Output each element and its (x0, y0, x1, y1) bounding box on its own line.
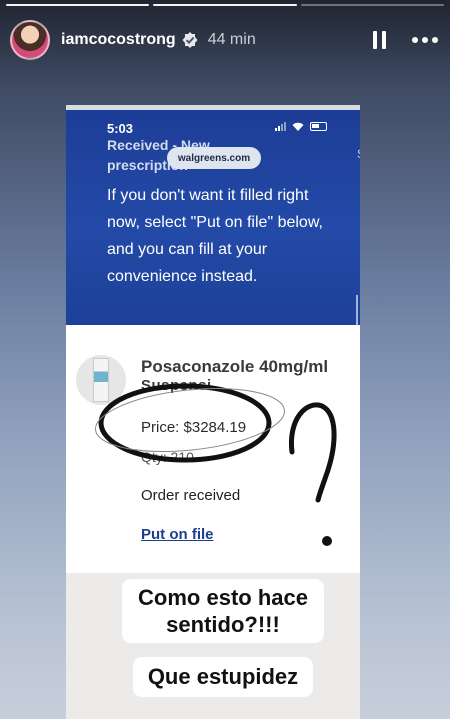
order-status: Order received (141, 487, 241, 504)
status-bar-icons (275, 122, 327, 131)
put-on-file-link[interactable]: Put on file (141, 526, 214, 543)
more-options-icon[interactable] (412, 37, 438, 43)
medication-thumbnail (76, 355, 126, 405)
signal-icon (275, 122, 286, 131)
story-header: iamcocostrong 44 min (10, 20, 440, 60)
prescription-header: 5:03 S Received - New prescription walgr… (66, 105, 360, 325)
drug-price: Price: $3284.19 (141, 419, 247, 436)
url-pill[interactable]: walgreens.com (167, 147, 261, 169)
battery-icon (310, 122, 327, 131)
wifi-icon (292, 122, 304, 131)
status-bar-clock: 5:03 (107, 121, 134, 136)
post-time: 44 min (207, 31, 256, 48)
drug-form: Suspensi... (141, 377, 226, 394)
progress-segment-3 (300, 4, 444, 6)
drug-name: Posaconazole 40mg/ml (141, 357, 329, 376)
username[interactable]: iamcocostrong (61, 31, 176, 49)
pause-icon[interactable] (373, 31, 386, 49)
progress-segment-2 (153, 4, 297, 6)
story-controls (373, 31, 440, 49)
caption-first: Como esto hace sentido?!!! (122, 579, 324, 643)
avatar[interactable] (10, 20, 50, 60)
screenshot-top-edge (66, 105, 360, 110)
prescription-card: Posaconazole 40mg/ml Suspensi... Price: … (66, 325, 360, 573)
verified-badge-icon (181, 31, 199, 49)
scrollbar (356, 295, 358, 325)
prescription-message: If you don't want it filled right now, s… (107, 187, 323, 285)
drug-quantity: Qty: 210 (141, 449, 194, 465)
side-text: S (357, 147, 360, 161)
caption-second: Que estupidez (133, 657, 313, 697)
story-progress (6, 4, 444, 6)
progress-segment-1 (6, 4, 150, 6)
